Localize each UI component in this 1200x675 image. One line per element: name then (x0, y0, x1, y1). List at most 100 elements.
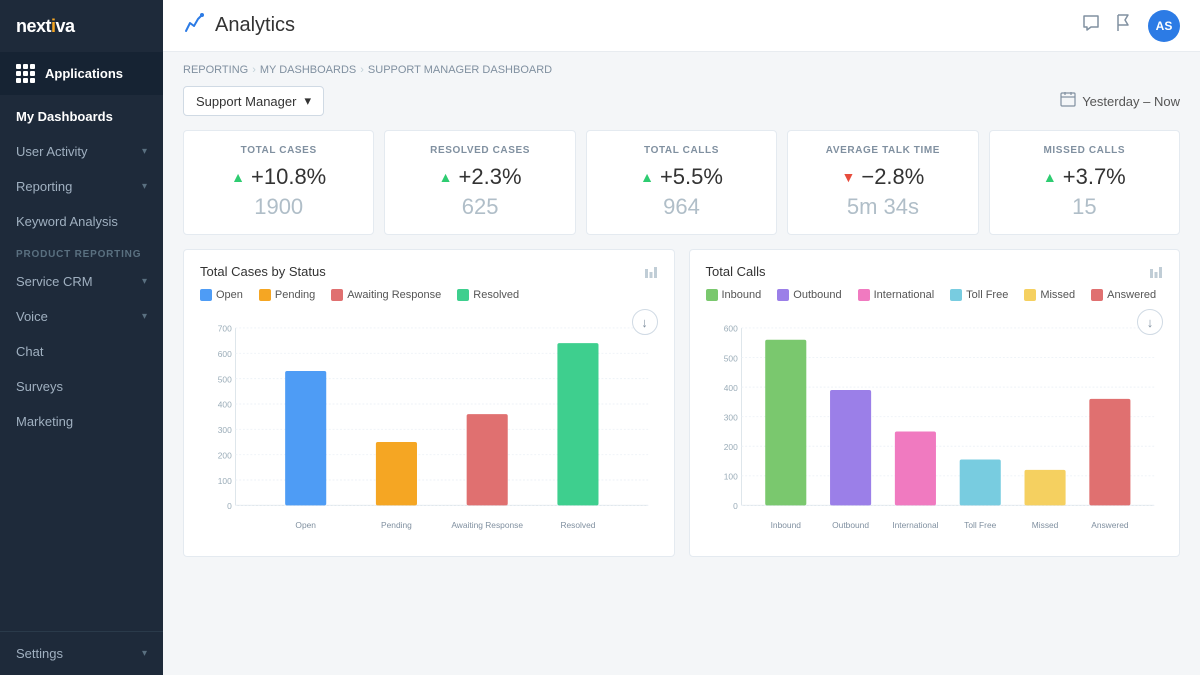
svg-text:Missed: Missed (1031, 520, 1058, 530)
svg-text:Toll Free: Toll Free (964, 520, 997, 530)
toolbar: Support Manager ▾ Yesterday – Now (183, 86, 1180, 116)
sidebar-item-marketing[interactable]: Marketing (0, 404, 163, 439)
svg-text:0: 0 (733, 501, 738, 511)
sidebar-item-service-crm[interactable]: Service CRM ▾ (0, 264, 163, 299)
top-bar-right: AS (1082, 10, 1180, 42)
kpi-value: 625 (462, 194, 499, 220)
svg-text:400: 400 (723, 383, 737, 393)
dashboard-select[interactable]: Support Manager ▾ (183, 86, 324, 116)
svg-text:400: 400 (218, 400, 232, 410)
svg-text:Awaiting Response: Awaiting Response (451, 520, 523, 530)
sidebar: nextiva Applications My Dashboards User … (0, 0, 163, 675)
legend-color (457, 289, 469, 301)
svg-text:500: 500 (723, 353, 737, 363)
total-cases-chart: Total Cases by Status Open Pending Awaitin… (183, 249, 675, 557)
kpi-card-missed-calls: MISSED CALLS ▲ +3.7% 15 (989, 130, 1180, 235)
kpi-change: ▲ +5.5% (640, 164, 723, 190)
chevron-icon: ▾ (142, 648, 147, 659)
section-product-reporting: PRODUCT REPORTING (0, 239, 163, 264)
down-arrow-icon: ▼ (841, 169, 855, 185)
calendar-icon (1060, 91, 1076, 111)
top-bar-left: Analytics (183, 12, 295, 40)
up-arrow-icon: ▲ (640, 169, 654, 185)
sidebar-item-chat[interactable]: Chat (0, 334, 163, 369)
up-arrow-icon: ▲ (1043, 169, 1057, 185)
legend-item: Resolved (457, 289, 519, 301)
legend-item: Outbound (777, 289, 841, 301)
logo-dot: i (51, 16, 56, 36)
user-avatar[interactable]: AS (1148, 10, 1180, 42)
kpi-label: RESOLVED CASES (430, 145, 530, 156)
svg-text:International: International (892, 520, 938, 530)
up-arrow-icon: ▲ (231, 169, 245, 185)
legend-color (1091, 289, 1103, 301)
legend-color (331, 289, 343, 301)
chat-icon[interactable] (1082, 14, 1100, 37)
chart-title: Total Cases by Status (200, 264, 326, 279)
sidebar-item-my-dashboards[interactable]: My Dashboards (0, 99, 163, 134)
apps-grid-icon (16, 64, 35, 83)
up-arrow-icon: ▲ (439, 169, 453, 185)
svg-text:Open: Open (295, 520, 316, 530)
kpi-card-resolved-cases: RESOLVED CASES ▲ +2.3% 625 (384, 130, 575, 235)
chevron-icon: ▾ (142, 276, 147, 287)
sidebar-logo: nextiva (0, 0, 163, 52)
legend-item: Open (200, 289, 243, 301)
kpi-label: MISSED CALLS (1044, 145, 1126, 156)
kpi-card-average-talk-time: AVERAGE TALK TIME ▼ −2.8% 5m 34s (787, 130, 978, 235)
legend-item: Toll Free (950, 289, 1008, 301)
breadcrumb: REPORTING › MY DASHBOARDS › SUPPORT MANA… (183, 64, 1180, 76)
page-title: Analytics (215, 14, 295, 37)
sidebar-item-surveys[interactable]: Surveys (0, 369, 163, 404)
sidebar-item-reporting[interactable]: Reporting ▾ (0, 169, 163, 204)
chart-icons (644, 265, 658, 279)
sidebar-nav: My Dashboards User Activity ▾ Reporting … (0, 95, 163, 631)
svg-text:300: 300 (723, 412, 737, 422)
cases-bar-chart: 0100200300400500600700OpenPendingAwaitin… (200, 311, 658, 541)
legend-color (259, 289, 271, 301)
calls-bar-chart: 0100200300400500600InboundOutboundIntern… (706, 311, 1164, 541)
kpi-value: 15 (1072, 194, 1096, 220)
date-range[interactable]: Yesterday – Now (1060, 91, 1180, 111)
legend-color (858, 289, 870, 301)
charts-row: Total Cases by Status Open Pending Awaitin… (183, 249, 1180, 557)
settings-nav-item[interactable]: Settings ▾ (16, 642, 147, 665)
legend-color (706, 289, 718, 301)
download-button[interactable]: ↓ (1137, 309, 1163, 335)
legend-item: Missed (1024, 289, 1075, 301)
svg-text:200: 200 (723, 442, 737, 452)
download-button[interactable]: ↓ (632, 309, 658, 335)
apps-menu-button[interactable]: Applications (0, 52, 163, 95)
chart-icons (1149, 265, 1163, 279)
kpi-change: ▲ +10.8% (231, 164, 326, 190)
kpi-label: TOTAL CASES (241, 145, 317, 156)
legend-item: Inbound (706, 289, 762, 301)
kpi-change: ▲ +3.7% (1043, 164, 1126, 190)
date-range-label: Yesterday – Now (1082, 94, 1180, 109)
chart-header: Total Cases by Status (200, 264, 658, 279)
legend-item: Pending (259, 289, 315, 301)
svg-text:600: 600 (218, 349, 232, 359)
sidebar-item-keyword-analysis[interactable]: Keyword Analysis (0, 204, 163, 239)
svg-text:Resolved: Resolved (560, 520, 595, 530)
kpi-change: ▼ −2.8% (841, 164, 924, 190)
chart-title: Total Calls (706, 264, 766, 279)
sidebar-item-voice[interactable]: Voice ▾ (0, 299, 163, 334)
svg-text:100: 100 (723, 472, 737, 482)
sidebar-item-user-activity[interactable]: User Activity ▾ (0, 134, 163, 169)
svg-text:Pending: Pending (381, 520, 412, 530)
legend-color (777, 289, 789, 301)
flag-icon[interactable] (1116, 14, 1132, 37)
chevron-icon: ▾ (142, 181, 147, 192)
kpi-row: TOTAL CASES ▲ +10.8% 1900 RESOLVED CASES… (183, 130, 1180, 235)
main-content: Analytics AS REPORTING › MY DASHBOARDS ›… (163, 0, 1200, 675)
svg-text:Outbound: Outbound (832, 520, 869, 530)
svg-text:Answered: Answered (1091, 520, 1129, 530)
kpi-label: AVERAGE TALK TIME (826, 145, 940, 156)
cases-legend: OpenPendingAwaiting ResponseResolved (200, 289, 658, 301)
calls-legend: InboundOutboundInternationalToll FreeMis… (706, 289, 1164, 301)
bar-chart-icon (1149, 265, 1163, 279)
chevron-icon: ▾ (142, 146, 147, 157)
svg-text:100: 100 (218, 476, 232, 486)
svg-text:200: 200 (218, 450, 232, 460)
